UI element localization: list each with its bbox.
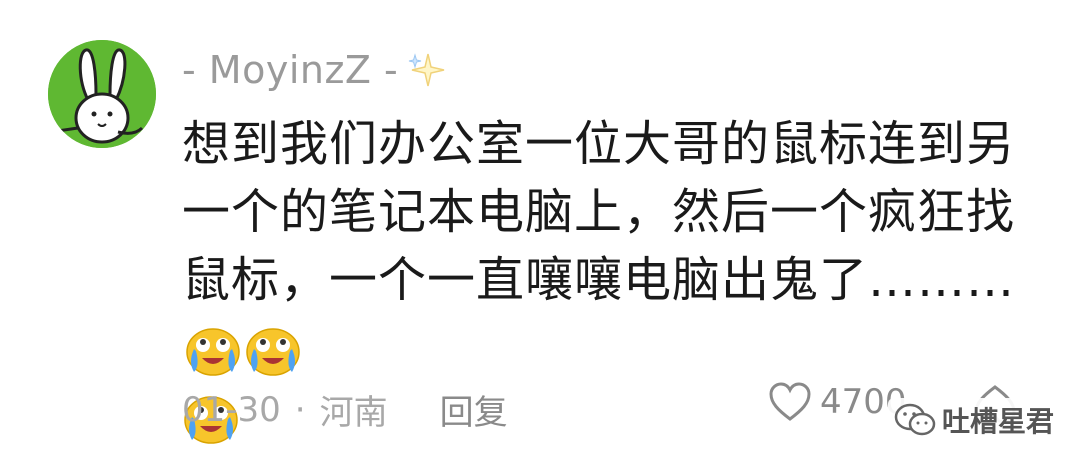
sparkle-icon: [409, 53, 445, 87]
rabbit-avatar-icon: [48, 40, 156, 148]
laugh-cry-emoji-icon: [184, 322, 242, 380]
watermark-text: 吐槽星君: [942, 405, 1055, 438]
avatar[interactable]: [48, 40, 156, 148]
laugh-cry-emoji-icon: [244, 322, 302, 380]
comment-text: 想到我们办公室一位大哥的鼠标连到另一个的笔记本电脑上，然后一个疯狂找鼠标，一个一…: [182, 116, 1016, 308]
heart-icon: [769, 382, 811, 421]
comment-location: 河南: [319, 393, 388, 433]
meta-separator: ·: [294, 389, 306, 430]
comment-header: - MoyinzZ -: [182, 48, 446, 92]
wechat-icon: [894, 403, 936, 436]
watermark: 吐槽星君: [888, 398, 1065, 442]
comment-meta: 01-30 · 河南 回复: [182, 385, 508, 434]
like-button[interactable]: 4700: [768, 382, 907, 422]
username[interactable]: - MoyinzZ -: [182, 48, 398, 92]
reply-button[interactable]: 回复: [440, 385, 508, 434]
comment-date: 01-30: [182, 389, 281, 430]
